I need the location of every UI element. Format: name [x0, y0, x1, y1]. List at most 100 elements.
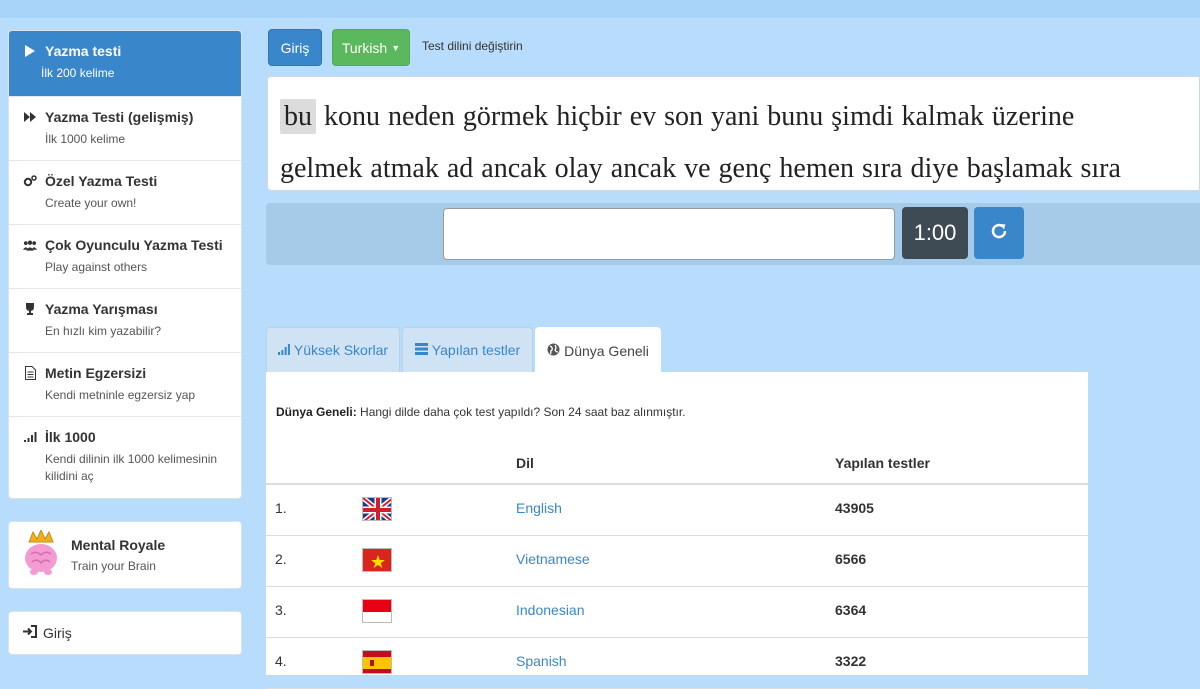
- sidebar-item-custom-test[interactable]: Özel Yazma Testi Create your own!: [9, 160, 241, 224]
- word: sıra: [862, 153, 903, 184]
- current-word: bu: [280, 99, 316, 134]
- tests-count-cell: 6364: [835, 602, 867, 618]
- sidebar-item-subtitle: Kendi dilinin ilk 1000 kelimesinin kilid…: [45, 452, 218, 483]
- word-line-1: bu konu neden görmek hiçbir ev son yani bunu şimd…: [280, 91, 1199, 143]
- table-row: 4. Spanish 3322: [266, 638, 1088, 689]
- rank-cell: 4.: [275, 653, 287, 669]
- word: ad: [446, 153, 474, 184]
- sidebar-item-subtitle: İlk 200 kelime: [41, 66, 115, 80]
- word: genç: [718, 153, 772, 184]
- language-link[interactable]: Vietnamese: [516, 551, 590, 567]
- tests-count-cell: 3322: [835, 653, 867, 669]
- sidebar-item-title: Metin Egzersizi: [45, 365, 147, 381]
- word: başlamak: [966, 153, 1073, 184]
- promo-title: Mental Royale: [71, 537, 166, 553]
- word: ancak: [481, 153, 547, 184]
- reload-button[interactable]: [974, 207, 1024, 259]
- timer: 1:00: [902, 207, 968, 259]
- tab-label: Yapılan testler: [431, 342, 521, 358]
- table-row: 3. Indonesian 6364: [266, 587, 1088, 638]
- input-bar: 1:00: [266, 203, 1200, 265]
- sidebar-item-text-practice[interactable]: Metin Egzersizi Kendi metninle egzersiz …: [9, 352, 241, 416]
- language-link[interactable]: English: [516, 500, 562, 516]
- sidebar-item-subtitle: Kendi metninle egzersiz yap: [45, 388, 196, 402]
- promo-subtitle: Train your Brain: [71, 559, 156, 573]
- signal-icon: [23, 432, 37, 442]
- table-row: 2. Vietnamese 6566: [266, 536, 1088, 587]
- login-button-label: Giriş: [280, 39, 310, 56]
- word-line-2: gelmek atmak ad ancak olay ancak ve genç hemen sı…: [280, 143, 1199, 190]
- sidebar-item-advanced-test[interactable]: Yazma Testi (gelişmiş) İlk 1000 kelime: [9, 96, 241, 160]
- sidebar-item-multiplayer[interactable]: Çok Oyunculu Yazma Testi Play against ot…: [9, 224, 241, 288]
- sidebar-item-title: Yazma Yarışması: [45, 301, 158, 317]
- word: görmek: [462, 101, 549, 132]
- word: diye: [910, 153, 959, 184]
- indonesia-flag: [362, 599, 392, 623]
- word: atmak: [370, 153, 439, 184]
- fast-forward-icon: [23, 112, 37, 122]
- word: hemen: [779, 153, 855, 184]
- login-button[interactable]: Giriş: [268, 29, 322, 66]
- sidebar-menu: Yazma testi İlk 200 kelime Yazma Testi (…: [8, 30, 242, 499]
- language-dropdown-label: Turkish: [341, 39, 388, 56]
- word: sıra: [1080, 153, 1121, 184]
- caret-down-icon: ▼: [391, 42, 401, 53]
- panel-description: Dünya Geneli: Hangi dilde daha çok test …: [276, 405, 686, 419]
- trophy-icon: [23, 303, 37, 315]
- sidebar-item-subtitle: Play against others: [45, 260, 148, 274]
- spain-flag: [362, 650, 392, 674]
- gears-icon: [23, 175, 37, 187]
- sidebar: Yazma testi İlk 200 kelime Yazma Testi (…: [8, 30, 242, 655]
- sidebar-login-label: Giriş: [43, 625, 72, 641]
- word: neden: [388, 101, 455, 132]
- sidebar-item-top-1000[interactable]: İlk 1000 Kendi dilinin ilk 1000 kelimesi…: [9, 416, 241, 498]
- play-icon: [23, 45, 37, 57]
- sidebar-item-subtitle: Create your own!: [45, 196, 137, 210]
- tab-tests-taken[interactable]: Yapılan testler: [402, 327, 533, 372]
- language-dropdown[interactable]: Turkish ▼: [332, 29, 410, 66]
- sidebar-item-title: Özel Yazma Testi: [45, 173, 158, 189]
- panel-description-title: Dünya Geneli:: [276, 405, 357, 419]
- sidebar-item-typing-test[interactable]: Yazma testi İlk 200 kelime: [9, 31, 241, 96]
- word: son: [664, 101, 704, 132]
- rank-cell: 1.: [275, 500, 287, 516]
- language-table: Dil Yapılan testler 1. English 43905 2. …: [266, 447, 1088, 689]
- vietnam-flag: [362, 548, 392, 572]
- tab-worldwide[interactable]: Dünya Geneli: [535, 327, 661, 373]
- word: yani: [711, 101, 760, 132]
- typing-input[interactable]: [443, 208, 895, 260]
- word: şimdi: [831, 101, 894, 132]
- table-header: Dil Yapılan testler: [266, 447, 1088, 485]
- rank-cell: 3.: [275, 602, 287, 618]
- word: ev: [629, 101, 657, 132]
- sidebar-item-subtitle: En hızlı kim yazabilir?: [45, 324, 162, 338]
- language-link[interactable]: Spanish: [516, 653, 567, 669]
- mental-royale-promo[interactable]: Mental Royale Train your Brain: [8, 521, 242, 589]
- change-language-text: Test dilini değiştirin: [422, 38, 523, 53]
- table-row: 1. English 43905: [266, 485, 1088, 536]
- word-display: bu konu neden görmek hiçbir ev son yani bunu şimd…: [267, 76, 1200, 191]
- uk-flag: [362, 497, 392, 521]
- bar-chart-icon: [277, 342, 290, 358]
- top-toolbar: Giriş Turkish ▼ Test dilini değiştirin: [268, 29, 523, 66]
- sidebar-item-title: İlk 1000: [45, 429, 96, 445]
- word: ancak: [610, 153, 677, 184]
- server-icon: [414, 342, 428, 358]
- sidebar-login-link[interactable]: Giriş: [8, 611, 242, 655]
- tab-high-scores[interactable]: Yüksek Skorlar: [266, 327, 400, 372]
- document-icon: [23, 366, 37, 380]
- tests-count-cell: 6566: [835, 551, 867, 567]
- column-header-language: Dil: [516, 455, 534, 471]
- column-header-tests: Yapılan testler: [835, 455, 930, 471]
- top-band: [0, 0, 1200, 18]
- word: gelmek: [280, 153, 363, 184]
- language-link[interactable]: Indonesian: [516, 602, 585, 618]
- brain-crown-icon: [23, 528, 59, 581]
- word: kalmak: [901, 101, 984, 132]
- sidebar-item-title: Yazma testi: [45, 43, 122, 59]
- sidebar-item-competition[interactable]: Yazma Yarışması En hızlı kim yazabilir?: [9, 288, 241, 352]
- refresh-icon: [990, 222, 1008, 245]
- users-icon: [23, 240, 37, 251]
- word: üzerine: [991, 101, 1075, 132]
- tab-label: Yüksek Skorlar: [293, 342, 389, 358]
